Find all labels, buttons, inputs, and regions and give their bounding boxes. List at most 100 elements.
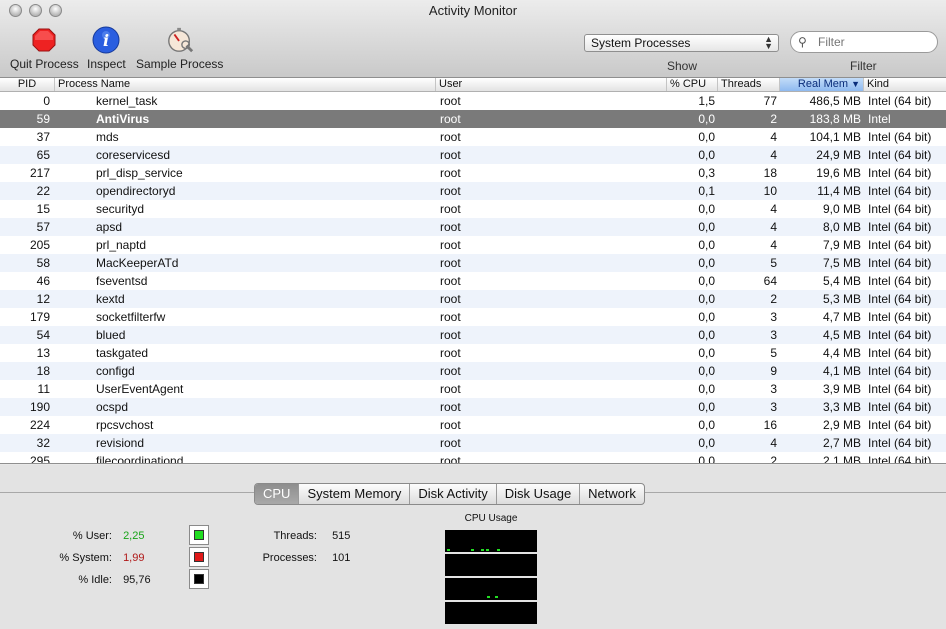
cell-threads: 3 — [770, 310, 777, 324]
cpu-graph-core-3 — [445, 578, 537, 600]
cell-user: root — [440, 238, 461, 252]
cell-user: root — [440, 292, 461, 306]
cell-cpu: 0,0 — [698, 346, 715, 360]
table-header: PID Process Name User % CPU Threads Real… — [0, 78, 946, 92]
cell-cpu: 0,0 — [698, 364, 715, 378]
cell-pid: 65 — [36, 148, 50, 162]
table-row[interactable]: 37 mds root 0,0 4 104,1 MB Intel (64 bit) — [0, 128, 946, 146]
system-color-well[interactable] — [189, 547, 209, 567]
process-table[interactable]: PID Process Name User % CPU Threads Real… — [0, 78, 946, 464]
cell-threads: 3 — [770, 382, 777, 396]
cell-cpu: 0,0 — [698, 148, 715, 162]
cell-process-name: prl_naptd — [96, 238, 147, 252]
cell-process-name: coreservicesd — [96, 148, 171, 162]
cell-real-mem: 4,4 MB — [822, 346, 861, 360]
cell-cpu: 0,0 — [698, 256, 715, 270]
svg-text:i: i — [103, 31, 109, 50]
cell-cpu: 0,0 — [698, 274, 715, 288]
table-row[interactable]: 224 rpcsvchost root 0,0 16 2,9 MB Intel (64 bi… — [0, 416, 946, 434]
table-row[interactable]: 190 ocspd root 0,0 3 3,3 MB Intel (64 bit) — [0, 398, 946, 416]
cell-threads: 2 — [770, 292, 777, 306]
table-row[interactable]: 54 blued root 0,0 3 4,5 MB Intel (64 bit) — [0, 326, 946, 344]
table-row[interactable]: 18 configd root 0,0 9 4,1 MB Intel (64 bit) — [0, 362, 946, 380]
table-row[interactable]: 59 AntiVirus root 0,0 2 183,8 MB Intel — [0, 110, 946, 128]
cell-cpu: 0,0 — [698, 292, 715, 306]
filter-field[interactable]: ⚲ — [790, 31, 938, 53]
sample-process-button[interactable]: Sample Process — [136, 26, 223, 71]
cell-real-mem: 2,7 MB — [822, 436, 861, 450]
tab-disk-usage[interactable]: Disk Usage — [497, 484, 581, 504]
idle-color-well[interactable] — [189, 569, 209, 589]
cell-real-mem: 4,5 MB — [822, 328, 861, 342]
stat-system: % System: 1,99 — [40, 552, 144, 564]
cell-cpu: 0,0 — [698, 202, 715, 216]
show-select[interactable]: System Processes ▲ ▼ — [584, 34, 779, 52]
tab-network[interactable]: Network — [580, 484, 644, 504]
cell-cpu: 0,0 — [698, 238, 715, 252]
cell-kind: Intel (64 bit) — [868, 364, 932, 378]
table-row[interactable]: 58 MacKeeperATd root 0,0 5 7,5 MB Intel (64 bi… — [0, 254, 946, 272]
cell-real-mem: 3,9 MB — [822, 382, 861, 396]
stat-user-label: % User: — [72, 530, 112, 542]
cpu-graph-core-2 — [445, 554, 537, 576]
stat-system-value: 1,99 — [123, 552, 145, 564]
tab-cpu[interactable]: CPU — [255, 484, 300, 504]
cell-process-name: fseventsd — [96, 274, 148, 288]
column-header-real-mem[interactable]: Real Mem ▼ — [780, 78, 864, 91]
table-row[interactable]: 13 taskgated root 0,0 5 4,4 MB Intel (64 bit) — [0, 344, 946, 362]
cell-threads: 3 — [770, 328, 777, 342]
cell-kind: Intel (64 bit) — [868, 436, 932, 450]
cell-user: root — [440, 274, 461, 288]
column-header-process-name[interactable]: Process Name — [55, 78, 436, 91]
cell-pid: 46 — [36, 274, 50, 288]
cell-threads: 16 — [763, 418, 777, 432]
cell-kind: Intel — [868, 112, 891, 126]
cell-kind: Intel (64 bit) — [868, 400, 932, 414]
table-row[interactable]: 22 opendirectoryd root 0,1 10 11,4 MB Intel (6… — [0, 182, 946, 200]
table-row[interactable]: 179 socketfilterfw root 0,0 3 4,7 MB Intel (64… — [0, 308, 946, 326]
cell-pid: 217 — [29, 166, 50, 180]
tab-system-memory[interactable]: System Memory — [299, 484, 411, 504]
table-row[interactable]: 11 UserEventAgent root 0,0 3 3,9 MB Intel (64 … — [0, 380, 946, 398]
column-header-pid[interactable]: PID — [0, 78, 55, 91]
table-row[interactable]: 65 coreservicesd root 0,0 4 24,9 MB Intel (64 … — [0, 146, 946, 164]
cell-threads: 4 — [770, 238, 777, 252]
show-label: Show — [667, 59, 698, 73]
cell-process-name: MacKeeperATd — [96, 256, 179, 270]
column-header-kind[interactable]: Kind — [864, 78, 946, 91]
filter-input[interactable] — [818, 34, 933, 50]
inspect-button[interactable]: i Inspect — [87, 26, 126, 71]
stat-processes: Processes: 101 — [250, 552, 351, 564]
cell-process-name: taskgated — [96, 346, 149, 360]
cell-real-mem: 7,5 MB — [822, 256, 861, 270]
table-row[interactable]: 205 prl_naptd root 0,0 4 7,9 MB Intel (64 bit) — [0, 236, 946, 254]
cell-real-mem: 24,9 MB — [816, 148, 861, 162]
table-row[interactable]: 15 securityd root 0,0 4 9,0 MB Intel (64 bit) — [0, 200, 946, 218]
column-header-cpu[interactable]: % CPU — [667, 78, 718, 91]
inspect-label: Inspect — [87, 57, 126, 71]
cell-threads: 4 — [770, 220, 777, 234]
table-row[interactable]: 46 fseventsd root 0,0 64 5,4 MB Intel (64 bit) — [0, 272, 946, 290]
cpu-usage-title: CPU Usage — [464, 513, 518, 524]
cell-process-name: ocspd — [96, 400, 129, 414]
quit-process-button[interactable]: Quit Process — [10, 26, 79, 71]
cell-real-mem: 5,4 MB — [822, 274, 861, 288]
table-body: 0 kernel_task root 1,5 77 486,5 MB Intel (64 b… — [0, 92, 946, 463]
table-row[interactable]: 12 kextd root 0,0 2 5,3 MB Intel (64 bit) — [0, 290, 946, 308]
column-header-threads[interactable]: Threads — [718, 78, 780, 91]
table-row[interactable]: 57 apsd root 0,0 4 8,0 MB Intel (64 bit) — [0, 218, 946, 236]
cell-threads: 2 — [770, 112, 777, 126]
table-row[interactable]: 295 filecoordinationd root 0,0 2 2,1 MB Intel … — [0, 452, 946, 463]
cell-kind: Intel (64 bit) — [868, 382, 932, 396]
graph-mark — [495, 596, 498, 598]
cell-cpu: 0,0 — [698, 328, 715, 342]
table-row[interactable]: 32 revisiond root 0,0 4 2,7 MB Intel (64 bit) — [0, 434, 946, 452]
user-color-well[interactable] — [189, 525, 209, 545]
table-row[interactable]: 217 prl_disp_service root 0,3 18 19,6 MB Intel… — [0, 164, 946, 182]
table-row[interactable]: 0 kernel_task root 1,5 77 486,5 MB Intel (64 b… — [0, 92, 946, 110]
cell-process-name: configd — [96, 364, 135, 378]
cell-pid: 54 — [36, 328, 50, 342]
tab-disk-activity[interactable]: Disk Activity — [410, 484, 497, 504]
column-header-user[interactable]: User — [436, 78, 667, 91]
up-down-arrows-icon: ▲ ▼ — [764, 34, 773, 51]
